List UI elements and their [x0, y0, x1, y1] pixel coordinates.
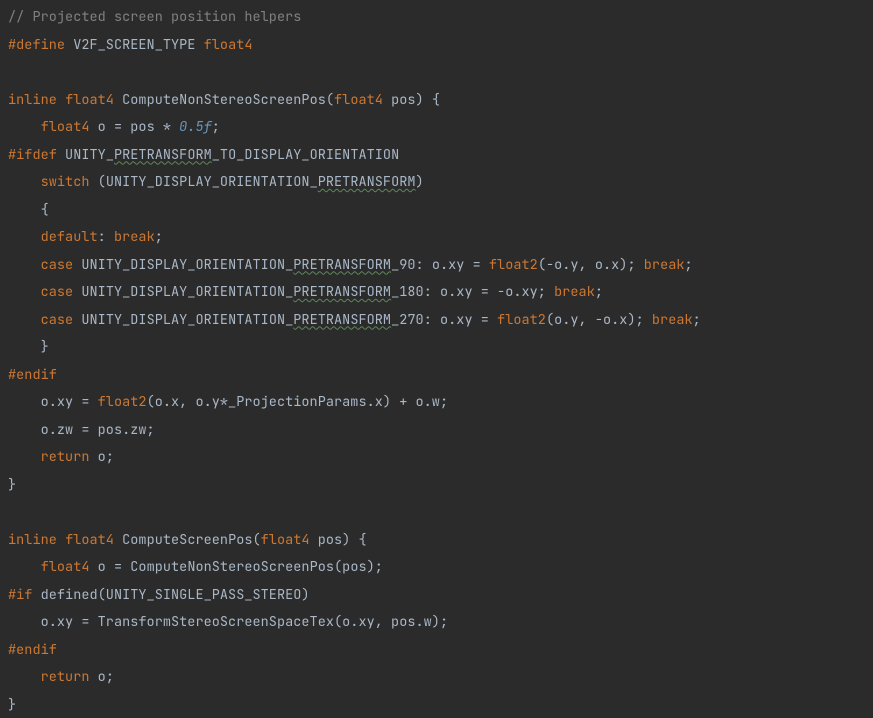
tok-brace: }: [8, 696, 16, 714]
tok-typo: PRETRANSFORM: [114, 146, 212, 164]
tok: o = pos *: [90, 118, 180, 136]
tok: UNITY_DISPLAY_ORIENTATION_: [73, 311, 293, 329]
tok-break: break: [652, 311, 693, 329]
tok-type: float4: [261, 531, 310, 549]
indent: [8, 668, 41, 686]
tok: ;: [155, 228, 163, 246]
tok-brace: {: [8, 201, 49, 219]
indent: [8, 283, 41, 301]
tok-endif: #endif: [8, 641, 57, 659]
tok-inline: inline: [8, 531, 57, 549]
tok-default: default: [41, 228, 98, 246]
tok-ifdef: #ifdef: [8, 146, 57, 164]
tok: o = ComputeNonStereoScreenPos(pos);: [90, 558, 383, 576]
code-editor[interactable]: // Projected screen position helpers #de…: [0, 0, 873, 718]
tok: defined(UNITY_SINGLE_PASS_STEREO): [32, 586, 309, 604]
tok-define: #define: [8, 36, 65, 54]
tok: UNITY_DISPLAY_ORIENTATION_: [73, 283, 293, 301]
tok-brace: }: [8, 338, 49, 356]
tok-type: float4: [41, 118, 90, 136]
tok-return: return: [41, 448, 90, 466]
tok: (o.x, o.y*_ProjectionParams.x) + o.w;: [147, 393, 449, 411]
tok: ): [416, 173, 424, 191]
indent: [8, 118, 41, 136]
tok-typo: PRETRANSFORM: [318, 173, 416, 191]
tok-return: return: [41, 668, 90, 686]
code-comment: // Projected screen position helpers: [8, 8, 301, 26]
tok: UNITY_DISPLAY_ORIENTATION_: [73, 256, 293, 274]
tok-switch: switch: [41, 173, 90, 191]
indent: [8, 558, 41, 576]
tok-break: break: [114, 228, 155, 246]
tok: _90: o.xy =: [391, 256, 489, 274]
tok-type: float2: [489, 256, 538, 274]
tok: (-o.y, o.x);: [538, 256, 644, 274]
tok: UNITY_: [57, 146, 114, 164]
tok-if: #if: [8, 586, 32, 604]
tok-case: case: [41, 256, 74, 274]
indent: [8, 256, 41, 274]
tok: _270: o.xy =: [391, 311, 497, 329]
indent: [8, 311, 41, 329]
tok: (UNITY_DISPLAY_ORIENTATION_: [90, 173, 318, 191]
tok: o;: [90, 668, 114, 686]
tok: ;: [685, 256, 693, 274]
tok: (o.y, -o.x);: [546, 311, 652, 329]
tok-typo: PRETRANSFORM: [293, 283, 391, 301]
indent: [8, 448, 41, 466]
tok: pos) {: [310, 531, 367, 549]
tok: pos) {: [383, 91, 440, 109]
tok-type: float4: [41, 558, 90, 576]
tok: _180: o.xy = -o.xy;: [391, 283, 554, 301]
tok: :: [98, 228, 114, 246]
tok: ;: [693, 311, 701, 329]
tok-type: float4: [334, 91, 383, 109]
indent: [8, 228, 41, 246]
tok: o;: [90, 448, 114, 466]
tok-endif: #endif: [8, 366, 57, 384]
tok: o.xy = TransformStereoScreenSpaceTex(o.x…: [8, 613, 448, 631]
tok-number: 0.5f: [179, 118, 212, 136]
tok: _TO_DISPLAY_ORIENTATION: [212, 146, 399, 164]
tok: o.zw = pos.zw;: [8, 421, 155, 439]
tok-typo: PRETRANSFORM: [293, 256, 391, 274]
tok-type: float4: [204, 36, 253, 54]
tok-type: float2: [497, 311, 546, 329]
tok: o.xy =: [8, 393, 98, 411]
tok-macro-name: V2F_SCREEN_TYPE: [65, 36, 204, 54]
tok-func-decl: ComputeScreenPos(: [114, 531, 261, 549]
indent: [8, 173, 41, 191]
tok-typo: PRETRANSFORM: [293, 311, 391, 329]
tok-break: break: [554, 283, 595, 301]
tok-inline: inline: [8, 91, 57, 109]
tok-break: break: [644, 256, 685, 274]
tok-case: case: [41, 311, 74, 329]
tok-brace: }: [8, 476, 16, 494]
tok-type: float4: [65, 91, 114, 109]
tok: ;: [595, 283, 603, 301]
tok-type: float2: [98, 393, 147, 411]
tok-func-decl: ComputeNonStereoScreenPos(: [114, 91, 334, 109]
tok-type: float4: [65, 531, 114, 549]
tok: ;: [212, 118, 220, 136]
tok-case: case: [41, 283, 74, 301]
